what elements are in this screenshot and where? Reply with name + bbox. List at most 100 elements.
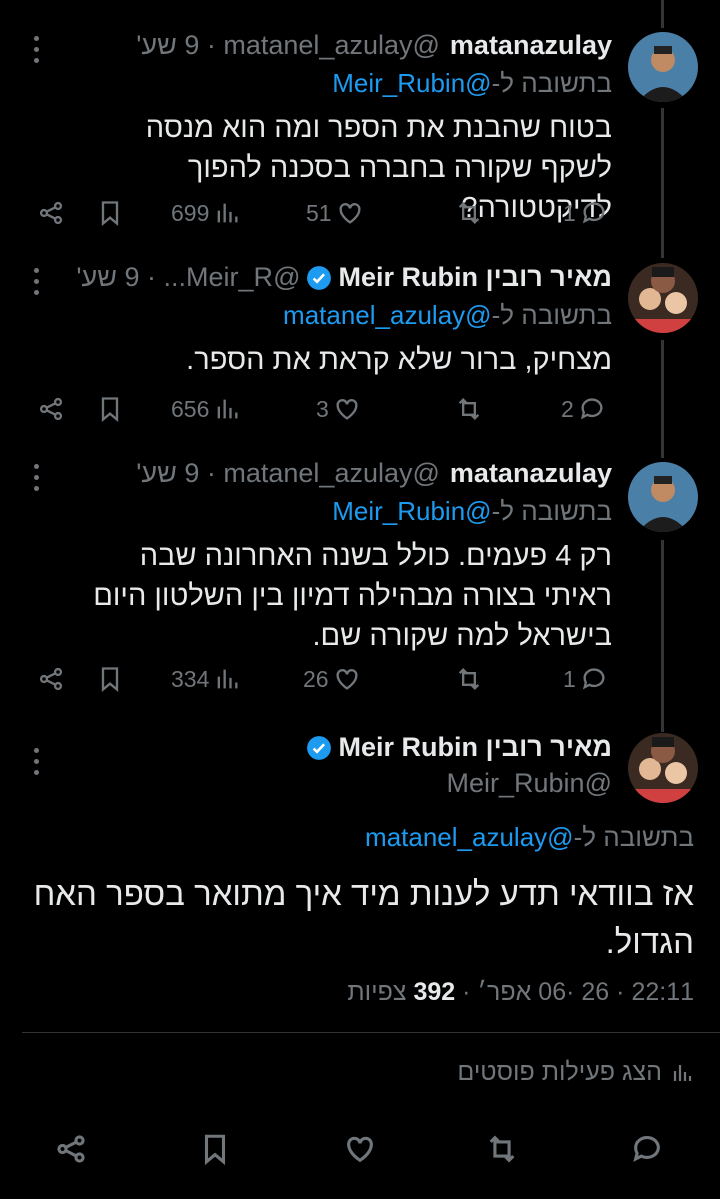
heart-icon — [339, 203, 361, 224]
heart-icon — [336, 399, 358, 420]
author-name[interactable]: matanazulay — [450, 30, 612, 61]
avatar[interactable] — [628, 733, 698, 803]
like-button[interactable]: 51 — [306, 193, 364, 233]
retweet-icon — [489, 1135, 515, 1163]
share-button[interactable] — [37, 193, 65, 233]
post-actions: 1 26 334 — [0, 659, 720, 699]
verified-badge-icon — [307, 265, 332, 290]
share-button[interactable] — [37, 389, 65, 429]
reply-button[interactable]: 2 — [561, 389, 606, 429]
bookmark-button[interactable] — [96, 659, 124, 699]
views-count: 392 — [413, 978, 456, 1006]
reply-button[interactable] — [630, 1132, 664, 1171]
reply-prefix: בתשובה ל- — [491, 300, 612, 330]
author-handle[interactable]: @Meir_R... — [164, 262, 301, 293]
like-button[interactable]: 3 — [316, 389, 361, 429]
share-button[interactable] — [37, 659, 65, 699]
avatar[interactable] — [628, 263, 698, 333]
like-count: 51 — [306, 199, 332, 226]
views-count: 656 — [171, 395, 210, 422]
bookmark-icon — [101, 397, 119, 422]
like-button[interactable]: 26 — [303, 659, 361, 699]
post-date[interactable]: 26 ·06 אפר׳ — [477, 978, 609, 1006]
retweet-button[interactable] — [455, 193, 483, 233]
retweet-icon — [458, 202, 480, 224]
reply-prefix: בתשובה ל- — [491, 496, 612, 526]
more-options-icon[interactable] — [30, 36, 42, 63]
post-time[interactable]: 22:11 — [631, 978, 694, 1006]
bookmark-button[interactable] — [198, 1132, 232, 1171]
author-handle[interactable]: @matanel_azulay — [223, 458, 440, 489]
view-post-activity-link[interactable]: הצג פעילות פוסטים — [457, 1058, 694, 1087]
bookmark-icon — [204, 1134, 226, 1166]
author-name[interactable]: מאיר רובין Meir Rubin — [338, 262, 612, 293]
views-button[interactable]: 334 — [171, 659, 241, 699]
retweet-button[interactable] — [485, 1132, 519, 1171]
share-icon — [57, 1135, 85, 1163]
post-header: matanazulay @matanel_azulay · 9 שע' — [136, 458, 612, 489]
separator-dot: · — [199, 458, 224, 488]
bookmark-icon — [101, 667, 119, 692]
main-post-actions — [0, 1132, 720, 1172]
reply-icon — [582, 202, 605, 224]
reply-context: בתשובה ל-@matanel_azulay — [365, 822, 694, 853]
reply-icon — [582, 668, 605, 690]
reply-prefix: בתשובה ל- — [491, 68, 612, 98]
reply-mention[interactable]: @matanel_azulay — [365, 822, 574, 852]
author-name[interactable]: מאיר רובין Meir Rubin — [338, 732, 612, 763]
verified-badge-icon — [307, 735, 332, 760]
analytics-icon — [218, 203, 238, 223]
views-label: צפיות — [347, 978, 407, 1006]
like-button[interactable] — [343, 1132, 377, 1171]
reply-context: בתשובה ל-@Meir_Rubin — [332, 496, 612, 527]
views-button[interactable]: 699 — [171, 193, 241, 233]
more-options-icon[interactable] — [30, 748, 42, 775]
author-name[interactable]: matanazulay — [450, 458, 612, 489]
share-button[interactable] — [54, 1132, 88, 1171]
reply-button[interactable]: 1 — [563, 659, 608, 699]
post-actions: 2 3 656 — [0, 389, 720, 429]
separator-dot: · — [455, 978, 471, 1006]
post-actions: 1 51 699 — [0, 193, 720, 233]
reply-count: 1 — [563, 665, 576, 692]
separator-dot: · — [139, 262, 164, 292]
bookmark-button[interactable] — [96, 389, 124, 429]
reply-button[interactable]: 1 — [563, 193, 608, 233]
like-count: 3 — [316, 395, 329, 422]
analytics-icon — [673, 1064, 692, 1081]
avatar[interactable] — [628, 32, 698, 102]
activity-label: הצג פעילות פוסטים — [457, 1058, 662, 1086]
reply-mention[interactable]: @Meir_Rubin — [332, 68, 491, 98]
heart-icon — [336, 669, 358, 690]
author-handle[interactable]: @matanel_azulay — [223, 30, 440, 61]
views-count: 699 — [171, 199, 210, 226]
like-count: 26 — [303, 665, 329, 692]
post-text: רק 4 פעמים. כולל בשנה האחרונה שבה ראיתי … — [93, 540, 612, 652]
share-icon — [39, 397, 63, 421]
main-post-text: אז בוודאי תדע לענות מיד איך מתואר בספר ה… — [33, 875, 694, 960]
post-header: מאיר רובין Meir Rubin @Meir_R... · 9 שע' — [76, 262, 612, 293]
reply-prefix: בתשובה ל- — [573, 822, 694, 852]
post-time[interactable]: 9 שע' — [136, 458, 199, 489]
retweet-button[interactable] — [455, 389, 483, 429]
retweet-button[interactable] — [455, 659, 483, 699]
avatar[interactable] — [628, 462, 698, 532]
post-text: מצחיק, ברור שלא קראת את הספר. — [186, 344, 612, 376]
reply-icon — [633, 1136, 660, 1162]
bookmark-button[interactable] — [96, 193, 124, 233]
author-handle[interactable]: @Meir_Rubin — [447, 768, 612, 799]
reply-icon — [580, 398, 603, 420]
post-time[interactable]: 9 שע' — [76, 262, 139, 293]
reply-mention[interactable]: @Meir_Rubin — [332, 496, 491, 526]
reply-mention[interactable]: @matanel_azulay — [283, 300, 492, 330]
analytics-icon — [218, 399, 238, 419]
bookmark-icon — [101, 201, 119, 226]
views-count: 334 — [171, 665, 210, 692]
more-options-icon[interactable] — [30, 268, 42, 295]
more-options-icon[interactable] — [30, 464, 42, 491]
views-button[interactable]: 656 — [171, 389, 241, 429]
retweet-icon — [458, 668, 480, 690]
share-icon — [39, 667, 63, 691]
post-header: matanazulay @matanel_azulay · 9 שע' — [136, 30, 612, 61]
post-time[interactable]: 9 שע' — [136, 30, 199, 61]
